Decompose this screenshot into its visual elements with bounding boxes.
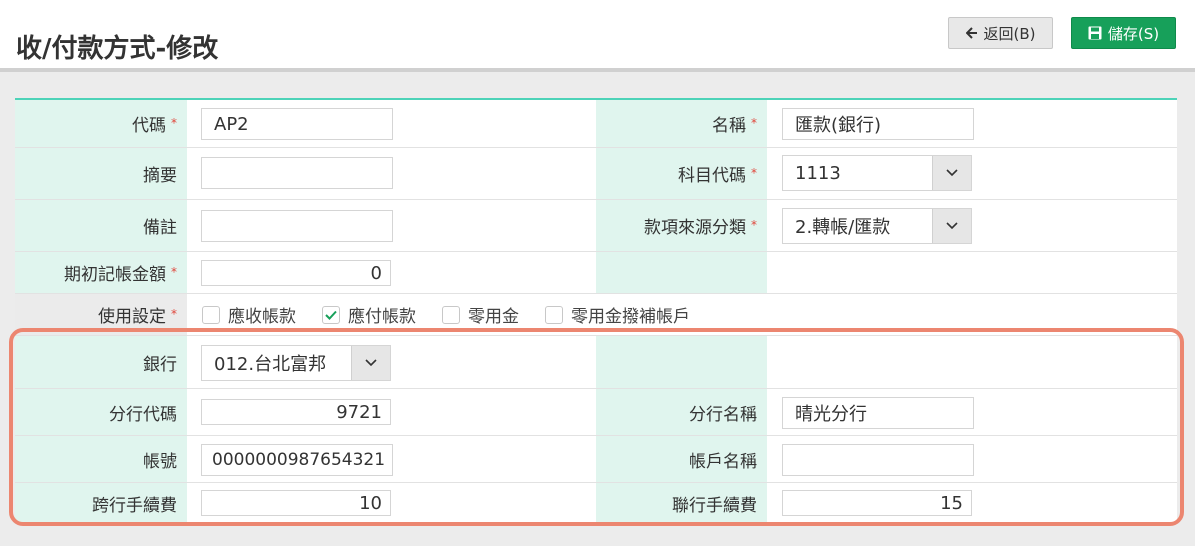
opening-amount-label: 期初記帳金額 *: [15, 252, 187, 293]
subject-code-label: 科目代碼 *: [596, 148, 767, 199]
union-bank-fee-input[interactable]: 15: [782, 490, 972, 516]
branch-name-input[interactable]: 晴光分行: [782, 397, 974, 429]
note-input[interactable]: [201, 210, 393, 242]
account-name-input[interactable]: [782, 444, 974, 476]
form-row-account: 帳號 0000000987654321 帳戶名稱: [15, 436, 1177, 483]
payment-method-form: 代碼 * AP2 名稱 * 匯款(銀行) 摘要 科目代碼 * 1113 備註 款項來源…: [15, 98, 1177, 523]
cross-bank-fee-label: 跨行手續費: [15, 483, 187, 523]
required-mark: *: [171, 115, 177, 130]
form-row-branch: 分行代碼 9721 分行名稱 晴光分行: [15, 389, 1177, 436]
required-mark: *: [751, 217, 757, 232]
note-label: 備註: [15, 200, 187, 251]
usage-option-receivable[interactable]: 應收帳款: [202, 302, 296, 327]
code-input[interactable]: AP2: [201, 108, 393, 140]
union-bank-fee-label: 聯行手續費: [596, 483, 767, 523]
form-row-usage: 使用設定 * 應收帳款 應付帳款 零用金 零用金撥補帳戶: [15, 294, 1177, 336]
source-category-value: 2.轉帳/匯款: [795, 217, 891, 238]
summary-input[interactable]: [201, 157, 393, 189]
form-row-note: 備註 款項來源分類 * 2.轉帳/匯款: [15, 200, 1177, 252]
save-button-label: 儲存(S): [1107, 24, 1160, 43]
usage-option-petty-replenish[interactable]: 零用金撥補帳戶: [545, 302, 690, 327]
bank-select[interactable]: 012.台北富邦: [201, 345, 391, 381]
empty-label-cell: [596, 336, 767, 388]
usage-option-petty-cash[interactable]: 零用金: [442, 302, 519, 327]
form-row-code: 代碼 * AP2 名稱 * 匯款(銀行): [15, 100, 1177, 148]
bank-label: 銀行: [15, 336, 187, 388]
source-category-label: 款項來源分類 *: [596, 200, 767, 251]
back-button[interactable]: 返回(B): [948, 17, 1053, 49]
name-label: 名稱 *: [596, 100, 767, 147]
page-header: 收/付款方式-修改 返回(B) 儲存(S): [0, 0, 1195, 68]
account-number-input[interactable]: 0000000987654321: [201, 444, 393, 476]
usage-label: 使用設定 *: [15, 294, 187, 335]
save-button[interactable]: 儲存(S): [1071, 17, 1176, 49]
back-button-label: 返回(B): [983, 24, 1036, 43]
bank-value: 012.台北富邦: [214, 354, 327, 375]
arrow-left-icon: [965, 27, 978, 39]
opening-amount-input[interactable]: 0: [201, 260, 391, 286]
branch-code-input[interactable]: 9721: [201, 399, 391, 425]
checkbox[interactable]: [202, 305, 220, 324]
subject-code-select[interactable]: 1113: [782, 155, 972, 191]
code-label: 代碼 *: [15, 100, 187, 147]
page-title: 收/付款方式-修改: [16, 34, 219, 64]
source-category-select[interactable]: 2.轉帳/匯款: [782, 208, 972, 244]
chevron-down-icon[interactable]: [932, 156, 971, 190]
empty-label-cell: [596, 252, 767, 293]
chevron-down-icon[interactable]: [932, 209, 971, 243]
required-mark: *: [751, 115, 757, 130]
required-mark: *: [171, 306, 177, 321]
summary-label: 摘要: [15, 148, 187, 199]
form-row-opening: 期初記帳金額 * 0: [15, 252, 1177, 294]
account-name-label: 帳戶名稱: [596, 436, 767, 482]
required-mark: *: [171, 264, 177, 279]
checkbox[interactable]: [545, 305, 563, 324]
cross-bank-fee-input[interactable]: 10: [201, 490, 391, 516]
branch-code-label: 分行代碼: [15, 389, 187, 435]
usage-checkbox-group: 應收帳款 應付帳款 零用金 零用金撥補帳戶: [202, 294, 716, 335]
subject-code-value: 1113: [795, 162, 841, 184]
form-row-bank: 銀行 012.台北富邦: [15, 336, 1177, 389]
chevron-down-icon[interactable]: [351, 346, 390, 380]
form-row-summary: 摘要 科目代碼 * 1113: [15, 148, 1177, 200]
checkbox[interactable]: [442, 305, 460, 324]
checkbox-checked[interactable]: [322, 305, 340, 324]
required-mark: *: [751, 165, 757, 180]
account-number-label: 帳號: [15, 436, 187, 482]
name-input[interactable]: 匯款(銀行): [782, 108, 974, 140]
usage-option-payable[interactable]: 應付帳款: [322, 302, 416, 327]
branch-name-label: 分行名稱: [596, 389, 767, 435]
form-row-fees: 跨行手續費 10 聯行手續費 15: [15, 483, 1177, 523]
floppy-disk-icon: [1088, 26, 1102, 40]
